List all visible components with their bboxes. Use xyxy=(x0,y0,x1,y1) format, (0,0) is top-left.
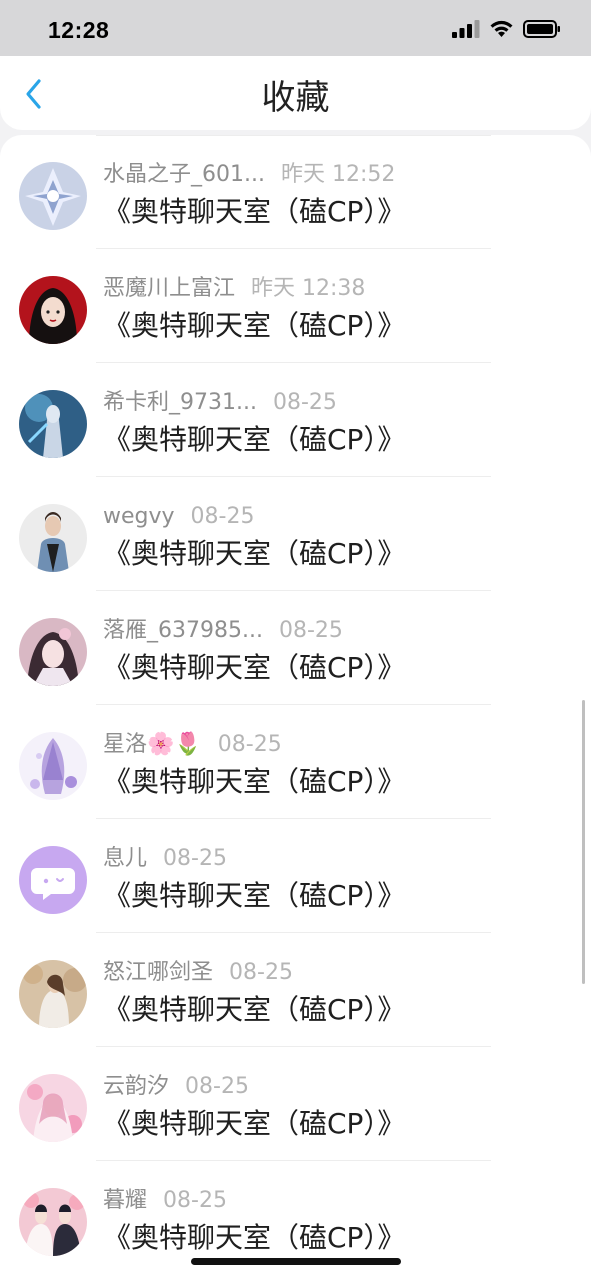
favorite-title[interactable]: 《奥特聊天室（磕CP）》 xyxy=(103,536,405,572)
favorite-title[interactable]: 《奥特聊天室（磕CP）》 xyxy=(103,650,405,686)
battery-icon xyxy=(523,20,560,38)
list-item[interactable]: 星洛🌸🌷 08-25 《奥特聊天室（磕CP）》 xyxy=(0,705,591,819)
username[interactable]: wegvy xyxy=(103,503,175,531)
meta-row: 恶魔川上富江 昨天 12:38 xyxy=(103,275,365,303)
home-indicator[interactable] xyxy=(191,1258,401,1265)
timestamp: 08-25 xyxy=(229,960,293,985)
status-icons xyxy=(452,20,561,38)
favorite-title[interactable]: 《奥特聊天室（磕CP）》 xyxy=(103,992,405,1028)
username[interactable]: 水晶之子_601... xyxy=(103,161,265,189)
timestamp: 08-25 xyxy=(185,1074,249,1099)
meta-row: 水晶之子_601... 昨天 12:52 xyxy=(103,161,395,189)
meta-row: 怒江哪剑圣 08-25 xyxy=(103,959,293,987)
meta-row: 息儿 08-25 xyxy=(103,845,227,873)
user-avatar[interactable] xyxy=(19,162,87,230)
user-avatar[interactable] xyxy=(19,276,87,344)
timestamp: 08-25 xyxy=(163,846,227,871)
list-item[interactable]: 希卡利_9731... 08-25 《奥特聊天室（磕CP）》 xyxy=(0,363,591,477)
favorite-title[interactable]: 《奥特聊天室（磕CP）》 xyxy=(103,878,405,914)
user-avatar[interactable] xyxy=(19,1188,87,1256)
scrollbar[interactable] xyxy=(582,700,585,984)
username[interactable]: 云韵汐 xyxy=(103,1073,169,1101)
user-avatar[interactable] xyxy=(19,618,87,686)
timestamp: 08-25 xyxy=(163,1188,227,1213)
list-item[interactable]: 落雁_637985... 08-25 《奥特聊天室（磕CP）》 xyxy=(0,591,591,705)
list-item[interactable]: wegvy 08-25 《奥特聊天室（磕CP）》 xyxy=(0,477,591,591)
list-item[interactable]: 云韵汐 08-25 《奥特聊天室（磕CP）》 xyxy=(0,1047,591,1161)
user-avatar[interactable] xyxy=(19,846,87,914)
timestamp: 昨天 12:38 xyxy=(251,276,366,301)
cellular-signal-icon xyxy=(452,20,480,38)
user-avatar[interactable] xyxy=(19,732,87,800)
timestamp: 08-25 xyxy=(217,732,282,757)
username[interactable]: 希卡利_9731... xyxy=(103,389,257,417)
user-avatar[interactable] xyxy=(19,960,87,1028)
timestamp: 08-25 xyxy=(272,390,337,415)
meta-row: wegvy 08-25 xyxy=(103,503,254,531)
favorite-title[interactable]: 《奥特聊天室（磕CP）》 xyxy=(103,764,405,800)
meta-row: 暮耀 08-25 xyxy=(103,1187,227,1215)
username[interactable]: 恶魔川上富江 xyxy=(103,275,235,303)
timestamp: 08-25 xyxy=(190,504,255,529)
favorite-title[interactable]: 《奥特聊天室（磕CP）》 xyxy=(103,194,405,230)
user-avatar[interactable] xyxy=(19,390,87,458)
favorite-title[interactable]: 《奥特聊天室（磕CP）》 xyxy=(103,1106,405,1142)
meta-row: 云韵汐 08-25 xyxy=(103,1073,249,1101)
meta-row: 落雁_637985... 08-25 xyxy=(103,617,343,645)
status-bar: 12:28 xyxy=(0,0,591,56)
list-item[interactable]: 水晶之子_601... 昨天 12:52 《奥特聊天室（磕CP）》 xyxy=(0,135,591,249)
username[interactable]: 星洛🌸🌷 xyxy=(103,731,202,759)
list-item[interactable]: 息儿 08-25 《奥特聊天室（磕CP）》 xyxy=(0,819,591,933)
meta-row: 希卡利_9731... 08-25 xyxy=(103,389,337,417)
wifi-icon xyxy=(490,20,513,37)
username[interactable]: 息儿 xyxy=(103,845,147,873)
timestamp: 昨天 12:52 xyxy=(280,162,396,187)
favorite-title[interactable]: 《奥特聊天室（磕CP）》 xyxy=(103,1220,405,1256)
favorite-title[interactable]: 《奥特聊天室（磕CP）》 xyxy=(103,422,405,458)
list-item[interactable]: 怒江哪剑圣 08-25 《奥特聊天室（磕CP）》 xyxy=(0,933,591,1047)
favorites-list: 水晶之子_601... 昨天 12:52 《奥特聊天室（磕CP）》 恶魔川上富江… xyxy=(0,135,591,1280)
favorite-title[interactable]: 《奥特聊天室（磕CP）》 xyxy=(103,308,405,344)
username[interactable]: 怒江哪剑圣 xyxy=(103,959,213,987)
username[interactable]: 暮耀 xyxy=(103,1187,147,1215)
list-item[interactable]: 恶魔川上富江 昨天 12:38 《奥特聊天室（磕CP）》 xyxy=(0,249,591,363)
page-title: 收藏 xyxy=(261,78,330,118)
username[interactable]: 落雁_637985... xyxy=(103,617,263,645)
nav-header: 收藏 xyxy=(0,56,591,130)
meta-row: 星洛🌸🌷 08-25 xyxy=(103,731,282,759)
user-avatar[interactable] xyxy=(19,504,87,572)
timestamp: 08-25 xyxy=(278,618,343,643)
status-time: 12:28 xyxy=(48,17,110,43)
user-avatar[interactable] xyxy=(19,1074,87,1142)
